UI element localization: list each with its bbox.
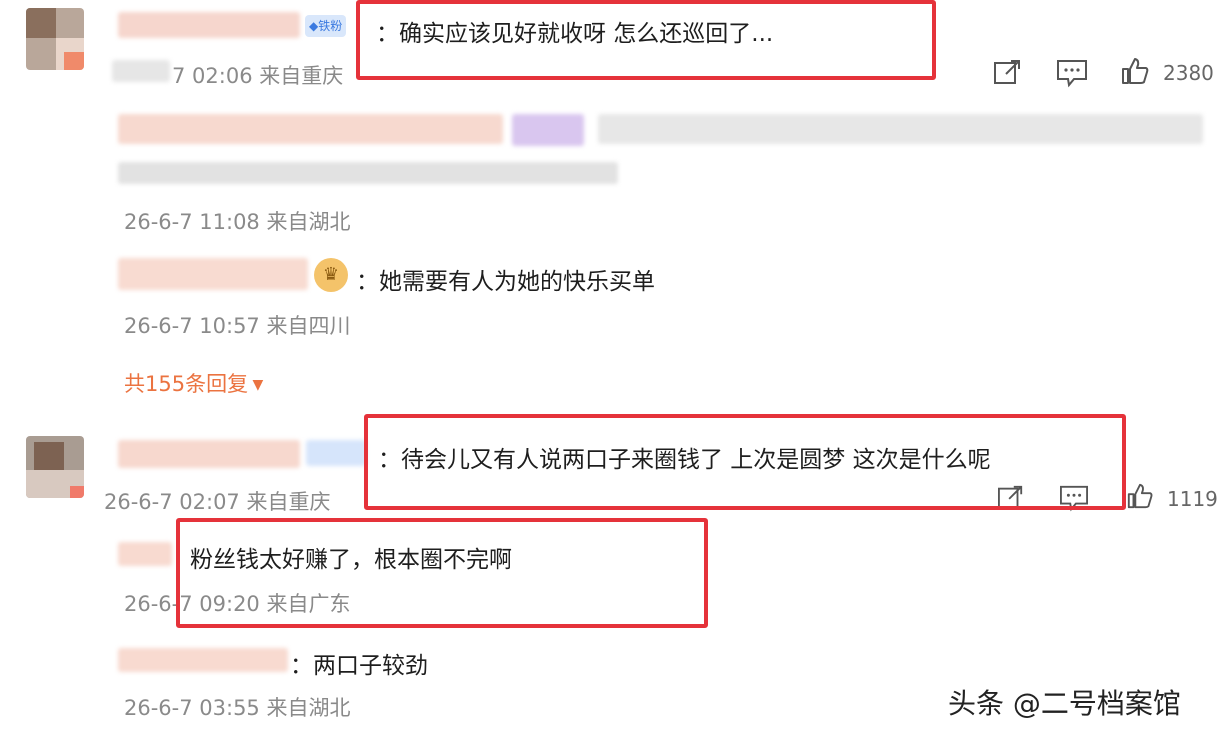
- reply-username-blurred[interactable]: [118, 114, 503, 144]
- comment-time: 26-6-7 02:07 来自重庆: [104, 490, 331, 514]
- reply-text: ：她需要有人为她的快乐买单: [356, 269, 655, 295]
- username-blurred[interactable]: [118, 12, 300, 38]
- crown-avatar-icon: ♛: [314, 258, 348, 292]
- more-replies-link[interactable]: 共155条回复 ▼: [124, 368, 263, 398]
- highlight-box: [176, 518, 708, 628]
- reply-text-blurred-line2: [118, 162, 618, 184]
- avatar[interactable]: [26, 8, 84, 70]
- reply-text: ：两口子较劲: [290, 653, 428, 679]
- like-count: 1119: [1167, 487, 1218, 511]
- like-icon[interactable]: [1120, 56, 1150, 86]
- like-count: 2380: [1163, 61, 1214, 85]
- fan-badge-blurred: [306, 440, 366, 466]
- more-replies-label: 共155条回复: [124, 372, 249, 396]
- diamond-icon: ◆: [309, 19, 319, 33]
- highlight-box: [364, 414, 1126, 510]
- comment-icon[interactable]: [1055, 58, 1089, 88]
- time-prefix-blurred: [112, 60, 170, 82]
- share-icon[interactable]: [992, 58, 1024, 86]
- reply-time: 26-6-7 11:08 来自湖北: [124, 210, 351, 234]
- like-icon[interactable]: [1126, 482, 1154, 510]
- reply-username-blurred[interactable]: [118, 648, 288, 672]
- fan-badge: ◆铁粉: [305, 15, 347, 37]
- reply-username-blurred[interactable]: [118, 542, 172, 566]
- reply-text-blurred: [598, 114, 1203, 144]
- username-blurred[interactable]: [118, 440, 300, 468]
- avatar[interactable]: [26, 436, 84, 498]
- emoji-blurred: [512, 114, 584, 146]
- watermark: 头条 @二号档案馆: [948, 687, 1181, 720]
- caret-down-icon: ▼: [248, 377, 264, 393]
- comment-time: 7 02:06 来自重庆: [172, 64, 344, 88]
- reply-time: 26-6-7 03:55 来自湖北: [124, 696, 351, 720]
- reply-username-blurred[interactable]: [118, 258, 308, 290]
- reply-time: 26-6-7 10:57 来自四川: [124, 314, 351, 338]
- highlight-box: [356, 0, 936, 80]
